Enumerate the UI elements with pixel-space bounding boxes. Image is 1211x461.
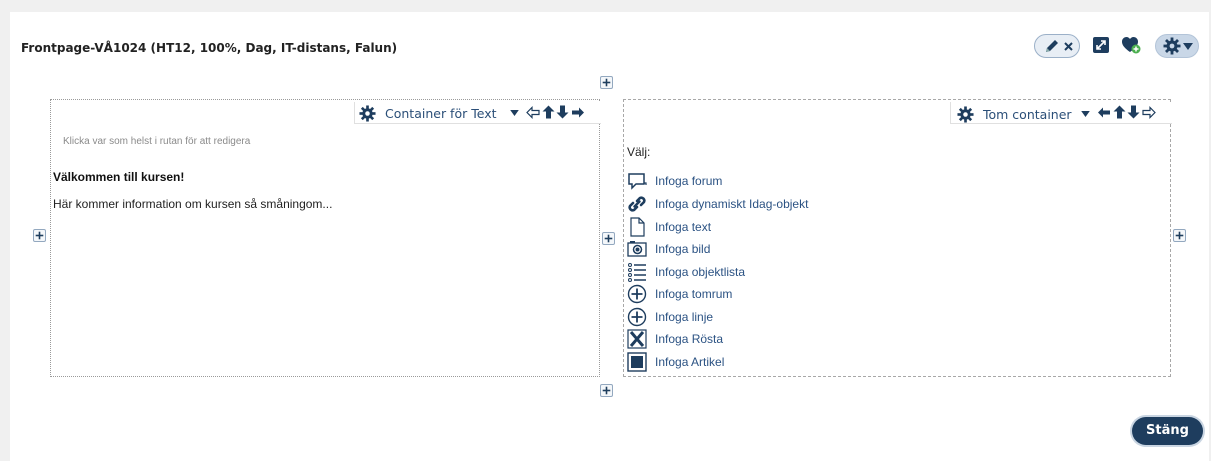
add-left-button[interactable] — [33, 229, 46, 242]
close-button[interactable]: Stäng — [1132, 417, 1203, 445]
document-icon — [630, 217, 645, 237]
gear-icon[interactable] — [359, 105, 376, 122]
link-icon — [628, 196, 646, 212]
dropdown-arrow-icon — [1183, 43, 1193, 50]
expand-icon[interactable] — [1092, 36, 1110, 54]
info-text: Här kommer information om kursen så smån… — [53, 197, 333, 211]
gear-icon — [1163, 37, 1181, 55]
welcome-heading: Välkommen till kursen! — [53, 170, 185, 184]
add-above-button[interactable] — [600, 76, 613, 89]
pencil-icon — [1046, 40, 1058, 52]
insert-text-label[interactable]: Infoga text — [655, 220, 711, 234]
arrow-right-icon[interactable] — [571, 106, 585, 119]
vote-icon — [627, 329, 647, 349]
add-below-button[interactable] — [600, 384, 613, 397]
arrow-up-icon[interactable] — [1113, 105, 1126, 119]
forum-icon — [628, 173, 647, 190]
dropdown-arrow-icon[interactable] — [510, 110, 519, 116]
frontpage-panel: Frontpage-VÅ1024 (HT12, 100%, Dag, IT-di… — [10, 12, 1209, 461]
arrow-left-outline-icon[interactable] — [526, 106, 540, 119]
insert-forum-label[interactable]: Infoga forum — [655, 174, 722, 188]
insert-line-label[interactable]: Infoga linje — [655, 310, 713, 324]
article-icon — [627, 352, 647, 372]
close-icon — [1064, 42, 1073, 51]
gear-icon[interactable] — [957, 106, 974, 123]
container-header: Tom container — [950, 102, 1172, 124]
dropdown-arrow-icon[interactable] — [1081, 111, 1090, 117]
add-between-button[interactable] — [602, 232, 615, 245]
insert-dynamic-object-label[interactable]: Infoga dynamiskt Idag-objekt — [655, 197, 808, 211]
arrow-left-icon[interactable] — [1097, 106, 1111, 119]
heart-add-icon[interactable] — [1121, 36, 1141, 54]
arrow-up-icon[interactable] — [542, 105, 555, 119]
page-title: Frontpage-VÅ1024 (HT12, 100%, Dag, IT-di… — [21, 41, 398, 55]
container-type-label[interactable]: Container för Text — [385, 106, 497, 121]
insert-image-label[interactable]: Infoga bild — [655, 242, 710, 256]
empty-container[interactable]: Tom container Välj: Infoga forum Infoga … — [623, 99, 1172, 377]
arrow-down-icon[interactable] — [556, 105, 569, 119]
plus-circle-icon — [627, 307, 647, 327]
arrow-down-icon[interactable] — [1127, 105, 1140, 119]
insert-article-label[interactable]: Infoga Artikel — [655, 355, 724, 369]
add-right-button[interactable] — [1173, 229, 1186, 242]
edit-hint: Klicka var som helst i rutan för att red… — [63, 136, 251, 147]
text-container[interactable]: Container för Text Klicka var som helst … — [50, 99, 601, 377]
arrow-right-outline-icon[interactable] — [1142, 106, 1156, 119]
insert-object-list-label[interactable]: Infoga objektlista — [655, 265, 745, 279]
plus-circle-icon — [627, 284, 647, 304]
camera-icon — [627, 241, 647, 257]
choose-label: Välj: — [627, 145, 651, 159]
container-header: Container för Text — [354, 102, 601, 124]
edit-toggle-button[interactable] — [1034, 34, 1080, 58]
settings-menu-button[interactable] — [1155, 34, 1199, 58]
container-type-label[interactable]: Tom container — [983, 107, 1072, 122]
list-icon — [628, 263, 646, 282]
insert-space-label[interactable]: Infoga tomrum — [655, 287, 732, 301]
insert-vote-label[interactable]: Infoga Rösta — [655, 332, 723, 346]
